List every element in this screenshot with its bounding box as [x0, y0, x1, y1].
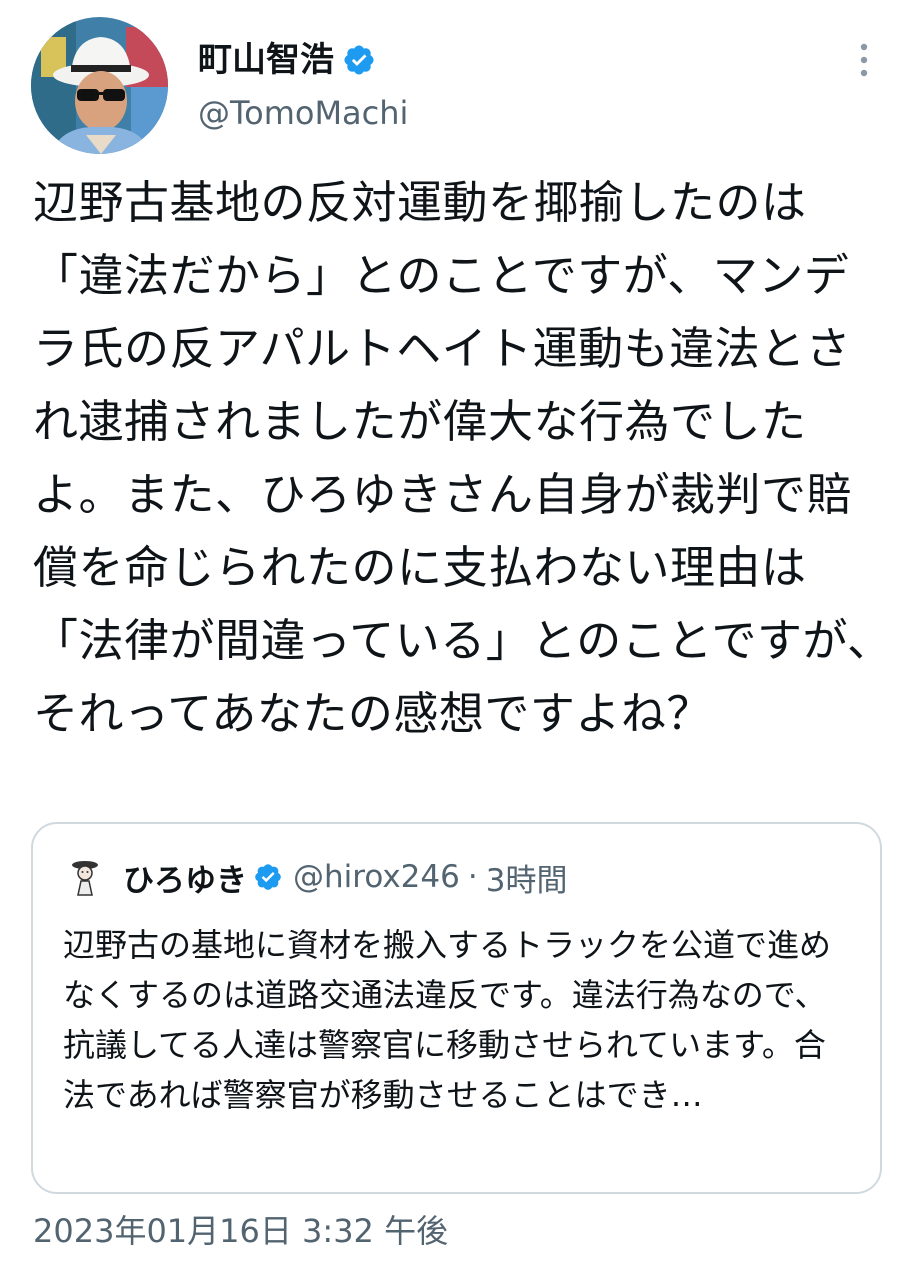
author-name-row: 町山智浩 — [198, 34, 376, 86]
tweet-header: 町山智浩 @TomoMachi — [0, 0, 915, 160]
separator-dot: · — [467, 859, 478, 895]
quoted-tweet-card[interactable]: ひろゆき @hirox246 · 3時間 辺野古の基地に資材を搬入するトラックを… — [31, 822, 882, 1194]
quoted-tweet-text: 辺野古の基地に資材を搬入するトラックを公道で進めなくするのは道路交通法違反です。… — [63, 926, 832, 1114]
quoted-author-name[interactable]: ひろゆき — [123, 855, 247, 900]
more-vertical-icon — [860, 43, 868, 77]
quoted-tweet-header: ひろゆき @hirox246 · 3時間 — [63, 852, 567, 902]
verified-badge-icon — [342, 43, 376, 77]
quoted-author-handle[interactable]: @hirox246 — [293, 859, 460, 895]
quoted-tweet-time[interactable]: 3時間 — [486, 855, 568, 900]
author-handle[interactable]: @TomoMachi — [198, 94, 408, 132]
tweet-text: 辺野古基地の反対運動を揶揄したのは「違法だから」とのことですが、マンデラ氏の反ア… — [33, 176, 893, 740]
author-name[interactable]: 町山智浩 — [198, 43, 334, 77]
quoted-author-avatar — [63, 855, 107, 899]
tweet-timestamp[interactable]: 2023年01月16日 3:32 午後 — [33, 1212, 448, 1250]
author-avatar[interactable] — [31, 17, 168, 154]
verified-badge-icon — [253, 862, 283, 892]
more-options-button[interactable] — [846, 38, 882, 82]
